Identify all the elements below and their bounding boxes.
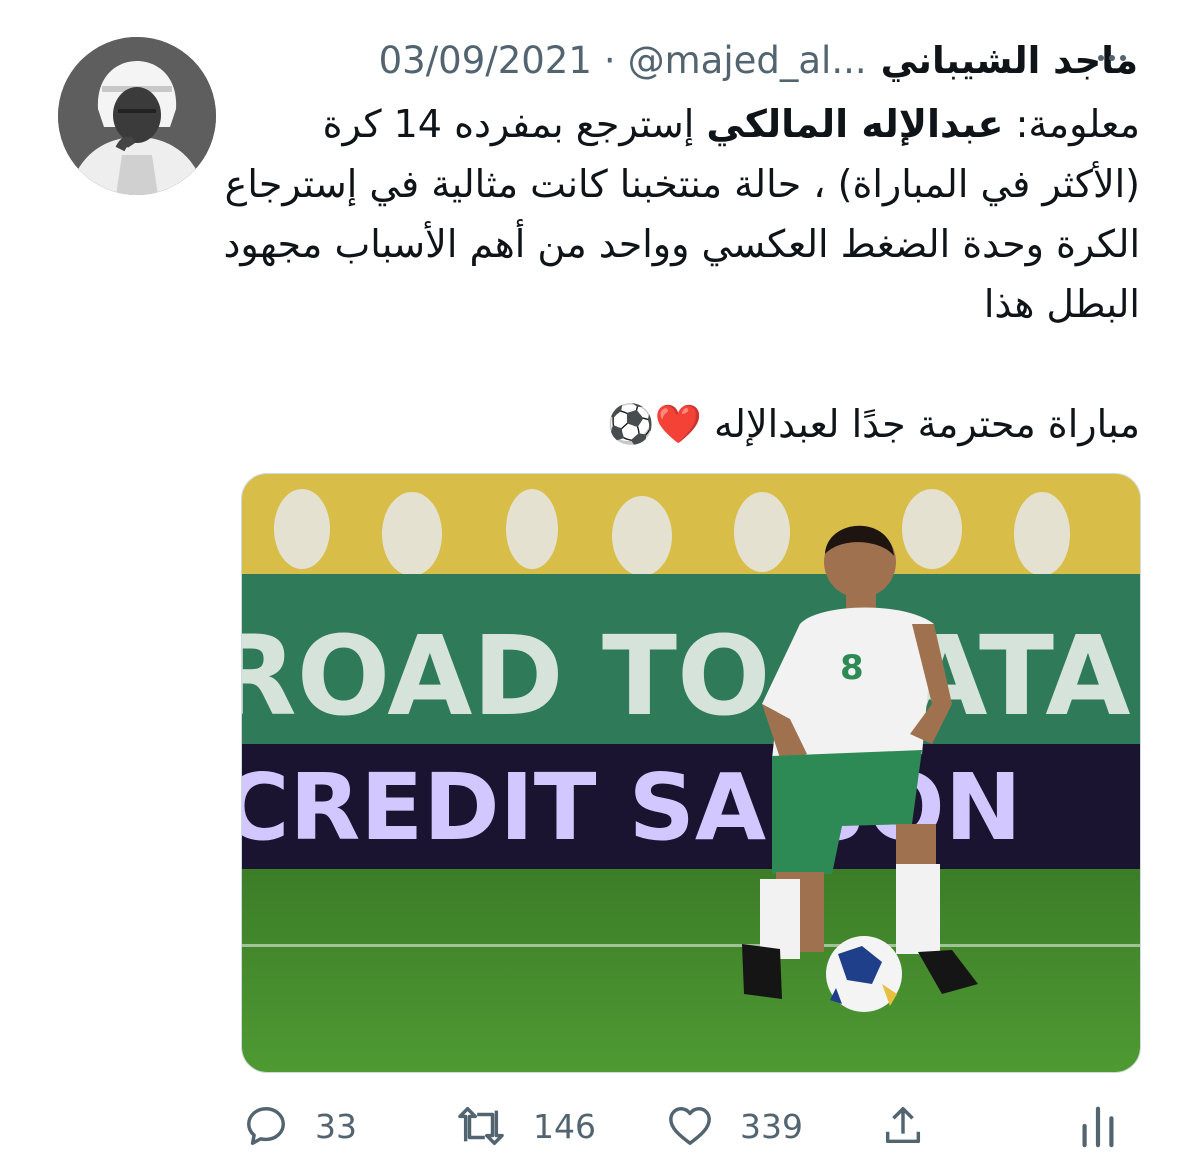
tweet-media-image[interactable]: ROAD TO QATAR CREDIT SAISON 8	[241, 473, 1141, 1073]
user-handle[interactable]: @majed_al...	[628, 39, 867, 82]
reply-icon	[247, 1107, 285, 1145]
football-photo: ROAD TO QATAR CREDIT SAISON 8	[242, 474, 1141, 1072]
retweet-icon	[458, 1107, 504, 1145]
tweet-date[interactable]: 03/09/2021	[379, 39, 592, 82]
share-icon	[885, 1107, 921, 1144]
heart-soccer-emoji: ❤️⚽	[607, 402, 702, 446]
profile-photo	[58, 37, 216, 195]
more-horizontal-icon[interactable]	[1098, 46, 1134, 66]
shirt-number: 8	[840, 648, 864, 688]
bold-name: عبدالإله المالكي	[706, 102, 1004, 146]
reply-count: 33	[315, 1106, 357, 1146]
retweet-count: 146	[533, 1106, 596, 1146]
second-line-text: مباراة محترمة جدًا لعبدالإله	[714, 402, 1140, 446]
tweet-paragraph-2: مباراة محترمة جدًا لعبدالإله ❤️⚽	[220, 394, 1140, 454]
share-button[interactable]	[880, 1103, 926, 1149]
banner-text: ROAD TO QATAR	[242, 612, 1141, 740]
like-button[interactable]: 339	[666, 1103, 803, 1149]
reply-button[interactable]: 33	[243, 1103, 357, 1149]
analytics-button[interactable]	[1078, 1103, 1118, 1149]
tweet-header: 03/09/2021 · @majed_al... ماجد الشيباني	[379, 28, 1138, 92]
tweet-actions: 33 146 339	[0, 1085, 1200, 1165]
text-prefix: معلومة:	[1003, 102, 1140, 146]
tweet-text: معلومة: عبدالإله المالكي إسترجع بمفرده 1…	[220, 94, 1140, 454]
heart-icon	[669, 1107, 711, 1145]
like-count: 339	[740, 1106, 803, 1146]
tweet-paragraph-1: معلومة: عبدالإله المالكي إسترجع بمفرده 1…	[220, 94, 1140, 334]
avatar[interactable]	[58, 37, 216, 195]
header-separator: ·	[603, 38, 616, 82]
soccer-ball	[826, 936, 902, 1012]
analytics-icon	[1082, 1106, 1114, 1148]
retweet-button[interactable]: 146	[455, 1103, 596, 1149]
